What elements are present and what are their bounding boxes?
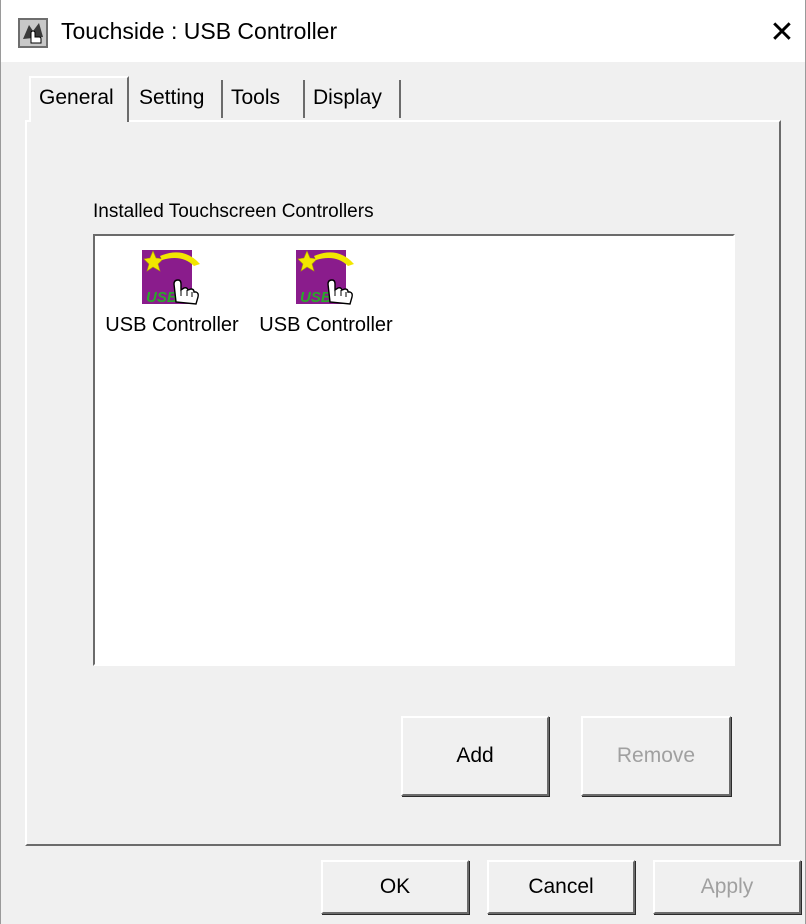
close-icon: ✕ [769, 16, 795, 49]
add-button[interactable]: Add [401, 716, 549, 796]
svg-text:USB: USB [300, 289, 332, 306]
usb-touch-controller-icon: USB [296, 250, 354, 306]
controller-item-label: USB Controller [259, 314, 393, 336]
installed-controllers-label: Installed Touchscreen Controllers [93, 201, 374, 222]
remove-button[interactable]: Remove [581, 716, 731, 796]
installed-controllers-list[interactable]: USB USB Controller USB USB Controller [93, 234, 735, 666]
apply-button[interactable]: Apply [653, 860, 801, 914]
touchside-app-icon [18, 18, 48, 48]
tab-general[interactable]: General [29, 76, 129, 122]
controller-list-item[interactable]: USB USB Controller [97, 244, 247, 337]
tab-tools[interactable]: Tools [223, 80, 305, 118]
ok-button[interactable]: OK [321, 860, 469, 914]
tab-setting[interactable]: Setting [131, 80, 223, 118]
controller-item-label: USB Controller [105, 314, 239, 336]
usb-touch-controller-icon: USB [142, 250, 200, 306]
window-title: Touchside : USB Controller [61, 18, 338, 44]
close-button[interactable]: ✕ [757, 12, 805, 54]
svg-text:USB: USB [146, 289, 178, 306]
cancel-button[interactable]: Cancel [487, 860, 635, 914]
title-bar[interactable]: Touchside : USB Controller ✕ [1, 0, 805, 62]
controller-list-item[interactable]: USB USB Controller [251, 244, 401, 337]
tab-display[interactable]: Display [305, 80, 401, 118]
dialog-window: Touchside : USB Controller ✕ General Set… [0, 0, 806, 924]
